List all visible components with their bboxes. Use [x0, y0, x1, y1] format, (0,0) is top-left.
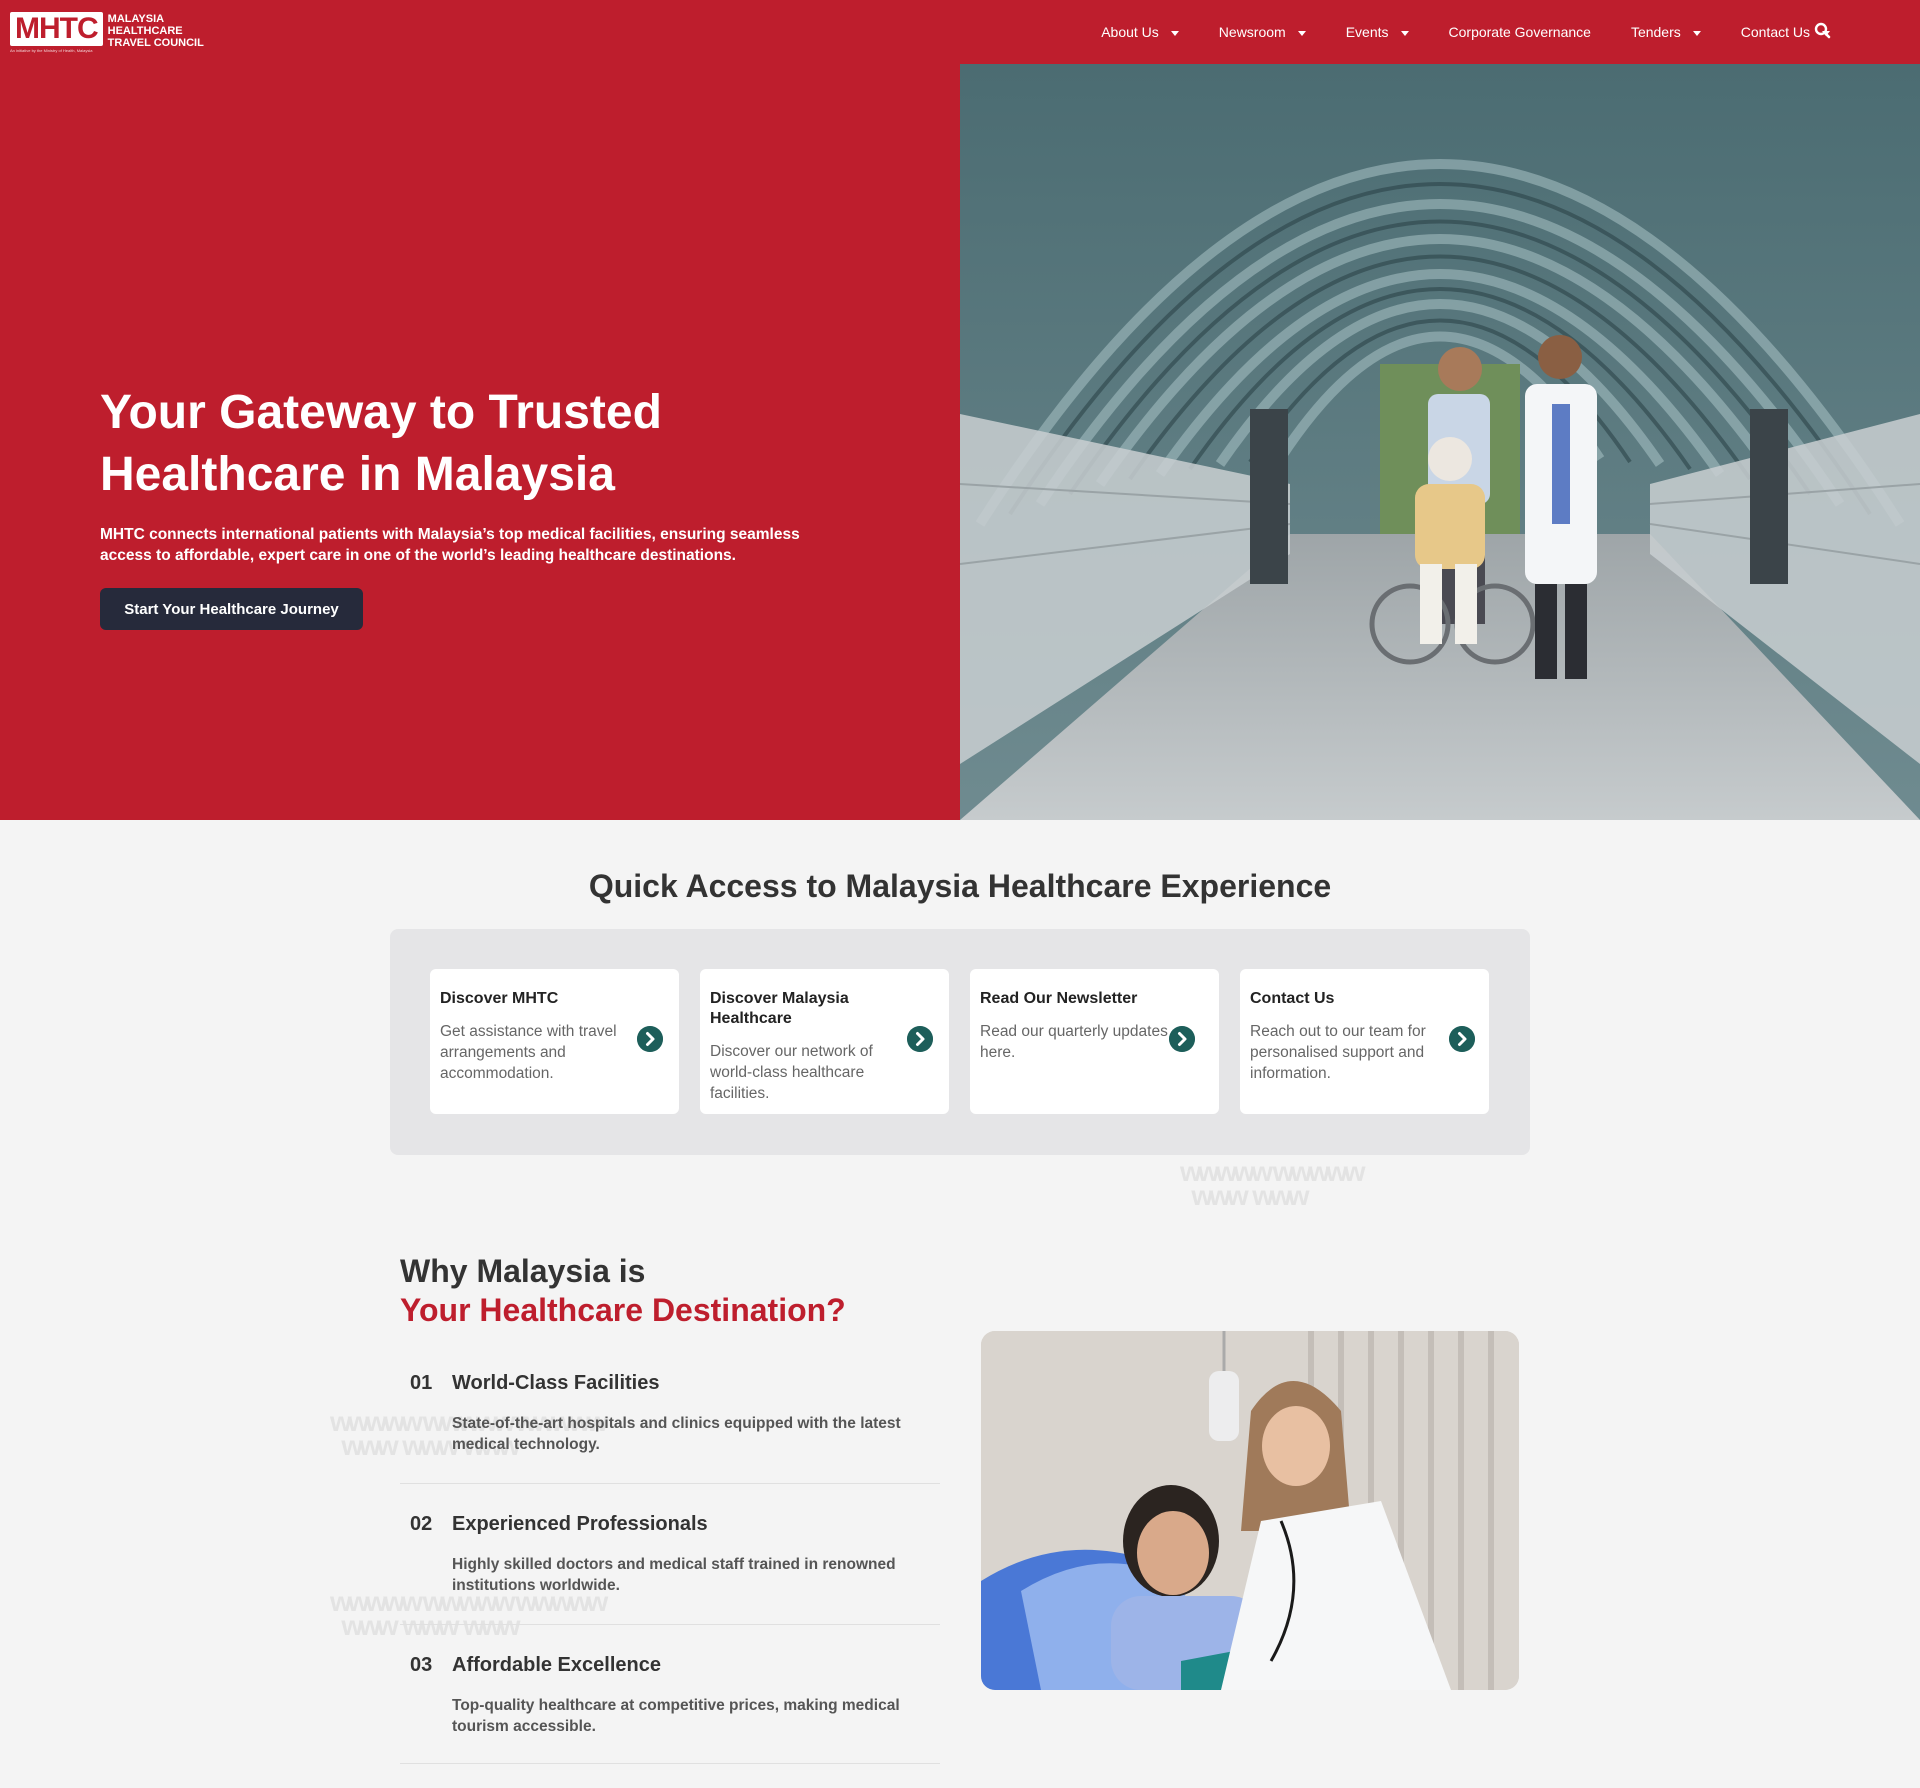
card-contact-us[interactable]: Contact Us Reach out to our team for per…	[1240, 969, 1489, 1114]
card-title: Contact Us	[1250, 990, 1335, 1007]
menu-label: Tenders	[1630, 24, 1681, 40]
logo-text-line: TRAVEL COUNCIL	[107, 37, 204, 49]
menu-item-about-us[interactable]: About Us	[1101, 24, 1179, 40]
menu-item-newsroom[interactable]: Newsroom	[1219, 24, 1306, 40]
feature-item: 02 Experienced Professionals Highly skil…	[400, 1513, 940, 1625]
top-navbar: MHTC MALAYSIA HEALTHCARE TRAVEL COUNCIL …	[0, 0, 1920, 64]
quick-access-panel: Discover MHTC Get assistance with travel…	[390, 929, 1530, 1155]
feature-number: 02	[410, 1513, 433, 1535]
hero-section: Your Gateway to Trusted Healthcare in Ma…	[0, 64, 960, 820]
why-title-line2: Your Healthcare Destination?	[400, 1292, 846, 1328]
feature-number: 03	[410, 1654, 433, 1676]
search-icon[interactable]	[1814, 22, 1832, 40]
menu-item-corporate-governance[interactable]: Corporate Governance	[1449, 24, 1591, 40]
card-description: Read our quarterly updates here.	[980, 1023, 1168, 1061]
card-description: Get assistance with travel arrangements …	[440, 1023, 617, 1082]
feature-description: Top-quality healthcare at competitive pr…	[452, 1697, 900, 1735]
hero-title-line: Your Gateway to Trusted	[100, 386, 662, 439]
card-description: Discover our network of world-class heal…	[710, 1043, 873, 1102]
mhtc-logo[interactable]: MHTC MALAYSIA HEALTHCARE TRAVEL COUNCIL …	[10, 12, 204, 53]
why-title-line1: Why Malaysia is	[400, 1253, 646, 1289]
menu-label: Newsroom	[1218, 24, 1286, 40]
card-discover-malaysia-healthcare[interactable]: Discover Malaysia Healthcare Discover ou…	[700, 969, 949, 1114]
logo-text-line: MALAYSIA	[107, 13, 165, 25]
walkway-photo-illustration	[960, 64, 1920, 820]
hero-description: MHTC connects international patients wit…	[100, 526, 800, 564]
logo-text-line: HEALTHCARE	[107, 25, 183, 37]
caret-down-icon	[1692, 30, 1701, 36]
doctor-patient-illustration	[981, 1331, 1519, 1690]
chevron-right-circle-icon[interactable]	[907, 1026, 933, 1052]
menu-label: Events	[1345, 24, 1389, 40]
feature-description: Highly skilled doctors and medical staff…	[452, 1556, 896, 1594]
caret-down-icon	[1297, 30, 1306, 36]
card-title: Read Our Newsletter	[980, 990, 1138, 1007]
feature-title: World-Class Facilities	[452, 1372, 660, 1394]
menu-item-events[interactable]: Events	[1346, 24, 1409, 40]
card-description: Reach out to our team for personalised s…	[1250, 1023, 1426, 1082]
menu-item-tenders[interactable]: Tenders	[1631, 24, 1701, 40]
menu-label: About Us	[1101, 24, 1159, 40]
hero-title: Your Gateway to Trusted Healthcare in Ma…	[100, 382, 800, 506]
caret-down-icon	[1400, 30, 1409, 36]
hero-title-line: Healthcare in Malaysia	[100, 448, 615, 501]
chevron-right-circle-icon[interactable]	[1449, 1026, 1475, 1052]
decorative-pattern: ᴡᴡᴡᴡᴡ ᴡᴡᴡᴡᴡ ᴡᴡᴡ ᴡᴡᴡ	[1180, 1156, 1366, 1211]
caret-down-icon	[1170, 30, 1179, 36]
quick-access-title: Quick Access to Malaysia Healthcare Expe…	[588, 868, 1332, 904]
feature-title: Experienced Professionals	[452, 1513, 708, 1535]
card-title: Discover MHTC	[440, 990, 559, 1007]
card-title: Discover Malaysia Healthcare	[710, 990, 849, 1027]
chevron-right-circle-icon[interactable]	[637, 1026, 663, 1052]
menu-label: Contact Us	[1740, 24, 1810, 40]
logo-wordmark: MALAYSIA HEALTHCARE TRAVEL COUNCIL	[108, 13, 204, 49]
doctor-patient-photo	[981, 1331, 1519, 1690]
logo-mark: MHTC	[10, 12, 103, 46]
feature-number: 01	[410, 1372, 433, 1394]
logo-subtitle: An initiative by the Ministry of Health,…	[10, 48, 93, 53]
feature-item: 01 World-Class Facilities State-of-the-a…	[400, 1372, 940, 1484]
menu-label: Corporate Governance	[1448, 24, 1591, 40]
feature-title: Affordable Excellence	[452, 1654, 661, 1676]
chevron-right-circle-icon[interactable]	[1169, 1026, 1195, 1052]
card-read-newsletter[interactable]: Read Our Newsletter Read our quarterly u…	[970, 969, 1219, 1114]
hero-photo	[960, 64, 1920, 820]
start-journey-button[interactable]: Start Your Healthcare Journey	[100, 588, 363, 630]
card-discover-mhtc[interactable]: Discover MHTC Get assistance with travel…	[430, 969, 679, 1114]
main-menu: About Us Newsroom Events Corporate Gover…	[1061, 0, 1830, 64]
feature-description: State-of-the-art hospitals and clinics e…	[452, 1415, 901, 1453]
feature-item: 03 Affordable Excellence Top-quality hea…	[400, 1654, 940, 1764]
